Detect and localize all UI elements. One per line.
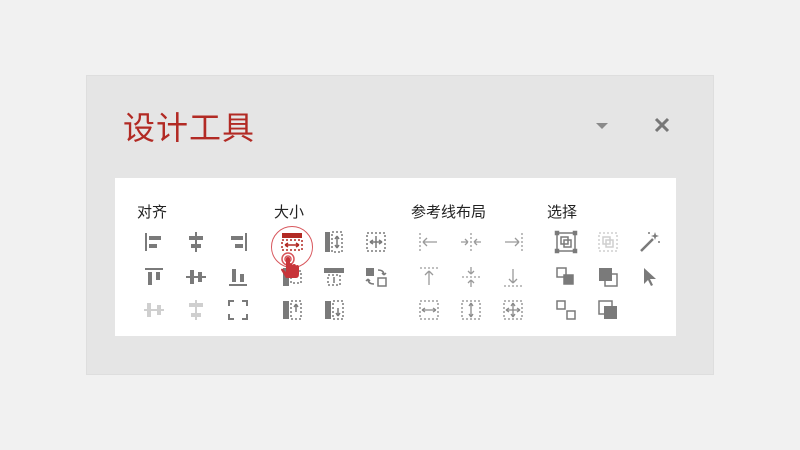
layer-up-button[interactable] — [594, 296, 622, 324]
bring-forward-button[interactable] — [594, 263, 622, 291]
swap-size-button[interactable] — [362, 263, 390, 291]
group-label-select: 选择 — [547, 203, 578, 221]
pointer-button[interactable] — [636, 263, 664, 291]
guide-center-icon — [461, 233, 481, 251]
group-label-guides: 参考线布局 — [411, 203, 487, 221]
guide-horizontal-frame-button[interactable] — [415, 296, 443, 324]
distribute-vertical-button[interactable] — [182, 296, 210, 324]
group-label-align: 对齐 — [137, 203, 168, 221]
same-height-button[interactable] — [320, 228, 348, 256]
select-group-button[interactable] — [594, 228, 622, 256]
guide-middle-icon — [462, 267, 480, 287]
align-bottom-icon — [229, 269, 247, 286]
align-to-page-icon — [228, 300, 248, 320]
layer-down-icon — [556, 300, 576, 320]
guide-horizontal-frame-icon — [419, 300, 439, 320]
align-left-icon — [145, 233, 161, 251]
tools-card: 对齐 大小 参考线布局 选择 — [115, 178, 676, 336]
send-backward-icon — [556, 267, 574, 285]
guide-left-button[interactable] — [415, 228, 443, 256]
guide-right-icon — [505, 233, 523, 251]
guide-top-icon — [420, 267, 438, 285]
swap-size-icon — [365, 268, 387, 287]
align-top-button[interactable] — [140, 263, 168, 291]
align-left-button[interactable] — [140, 228, 168, 256]
guide-center-button[interactable] — [457, 228, 485, 256]
align-middle-button[interactable] — [182, 263, 210, 291]
align-middle-icon — [186, 270, 206, 284]
select-same-icon — [554, 230, 578, 254]
align-to-page-button[interactable] — [224, 296, 252, 324]
match-height-icon — [324, 268, 344, 286]
close-button[interactable] — [647, 110, 677, 140]
distribute-horizontal-button[interactable] — [140, 296, 168, 324]
layer-down-button[interactable] — [552, 296, 580, 324]
panel-title: 设计工具 — [123, 109, 256, 147]
align-top-icon — [145, 268, 163, 285]
dropdown-button[interactable] — [587, 114, 617, 138]
align-center-button[interactable] — [182, 228, 210, 256]
stretch-top-icon — [283, 300, 302, 320]
distribute-vertical-icon — [189, 300, 203, 320]
guide-vertical-frame-button[interactable] — [457, 296, 485, 324]
magic-wand-button[interactable] — [636, 228, 664, 256]
guide-right-button[interactable] — [499, 228, 527, 256]
same-height-icon — [325, 231, 343, 253]
stretch-bottom-icon — [325, 300, 344, 320]
group-label-size: 大小 — [274, 203, 305, 221]
match-height-button[interactable] — [320, 263, 348, 291]
design-tools-panel: 设计工具 对齐 大小 参考线布局 选择 — [86, 75, 714, 375]
hand-pointer-icon — [281, 252, 299, 278]
guide-top-button[interactable] — [415, 263, 443, 291]
send-backward-button[interactable] — [552, 263, 580, 291]
chevron-down-icon — [596, 123, 608, 129]
close-icon — [654, 117, 670, 133]
stretch-bottom-button[interactable] — [320, 296, 348, 324]
align-center-icon — [189, 232, 203, 252]
guide-grid-icon — [503, 300, 523, 320]
align-bottom-button[interactable] — [224, 263, 252, 291]
guide-grid-button[interactable] — [499, 296, 527, 324]
guide-left-icon — [419, 233, 437, 251]
bring-forward-icon — [599, 268, 618, 287]
guide-bottom-button[interactable] — [499, 263, 527, 291]
layer-up-icon — [598, 300, 617, 319]
select-group-icon — [598, 232, 618, 252]
align-right-icon — [231, 233, 247, 251]
stretch-top-button[interactable] — [278, 296, 306, 324]
align-right-button[interactable] — [224, 228, 252, 256]
same-size-icon — [366, 232, 386, 252]
magic-wand-icon — [640, 232, 660, 252]
pointer-icon — [644, 268, 656, 286]
guide-vertical-frame-icon — [461, 300, 481, 320]
distribute-horizontal-icon — [144, 303, 164, 317]
guide-bottom-icon — [504, 269, 522, 287]
select-same-button[interactable] — [552, 228, 580, 256]
guide-middle-button[interactable] — [457, 263, 485, 291]
same-size-button[interactable] — [362, 228, 390, 256]
